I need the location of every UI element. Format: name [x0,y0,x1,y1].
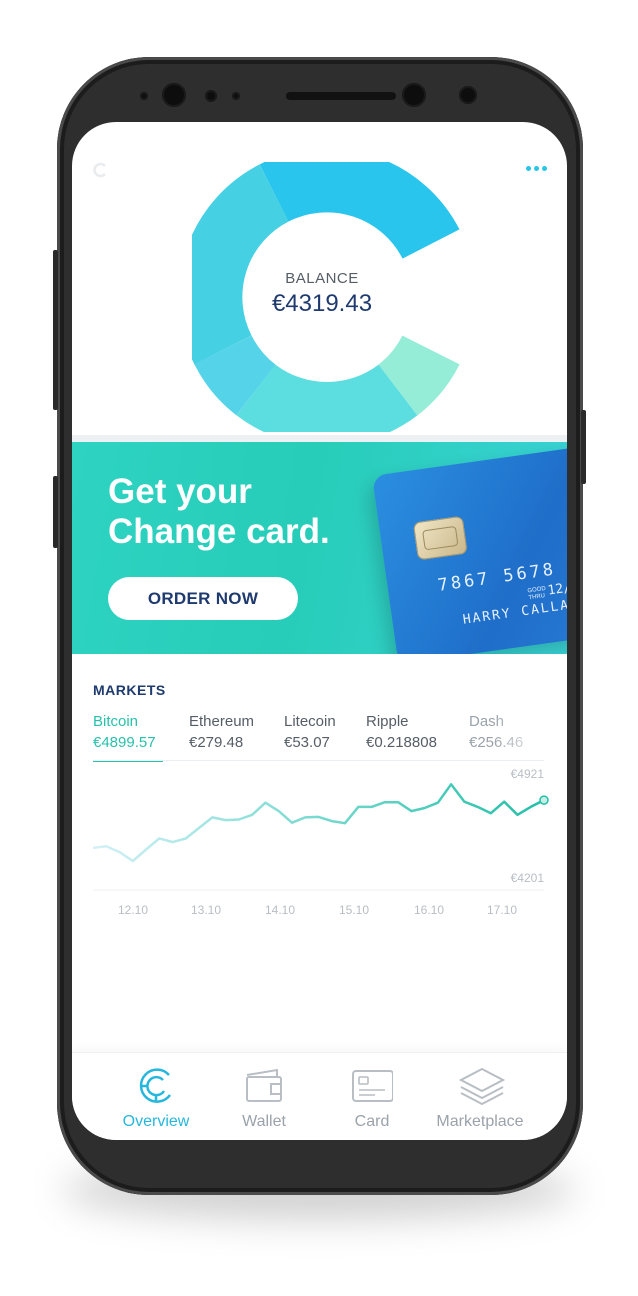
balance-label: BALANCE [285,270,359,287]
promo-title: Get your Change card. [108,472,330,551]
donut-segment [377,334,460,416]
x-tick-label: 13.10 [191,903,221,917]
chart-endpoint-marker [539,795,549,805]
donut-segment [194,334,277,416]
x-tick-label: 12.10 [118,903,148,917]
x-tick-label: 15.10 [339,903,369,917]
order-now-button[interactable]: ORDER NOW [108,577,298,620]
x-tick-label: 17.10 [487,903,517,917]
nav-wallet[interactable]: Wallet [202,1053,326,1140]
bitcoin-price-line [92,783,545,863]
change-card-image: 7867 5678 23 GOOD THRU 12/1 HARRY CALLAH [372,442,567,654]
more-dots-icon[interactable] [526,166,547,171]
card-expiry: 12/1 [546,579,567,599]
card-chip-icon [412,515,468,561]
nav-card[interactable]: Card [310,1053,434,1140]
nav-overview[interactable]: Overview [94,1053,218,1140]
nav-label: Card [354,1113,390,1130]
tab-ripple[interactable]: Ripple €0.218808 [366,712,437,762]
markets-heading: MARKETS [93,682,166,698]
tab-name: Bitcoin [93,713,139,730]
tab-price: €0.218808 [366,734,437,751]
iris-scanner [402,83,426,107]
tab-bitcoin[interactable]: Bitcoin €4899.57 [93,712,163,762]
balance-value: €4319.43 [271,290,373,317]
front-camera [162,83,186,107]
x-tick-label: 14.10 [265,903,295,917]
tabs-divider [93,760,544,761]
layers-icon [459,1067,505,1106]
volume-down-button [53,476,58,548]
tab-name: Ripple [366,713,409,730]
overview-icon [139,1068,172,1103]
change-logo-icon[interactable] [92,162,108,178]
nav-marketplace[interactable]: Marketplace [418,1053,542,1140]
tab-price: €279.48 [189,734,244,751]
volume-up-button [53,250,58,410]
x-tick-label: 16.10 [414,903,444,917]
card-holder-name: HARRY CALLAH [461,596,567,628]
donut-segment [236,363,418,432]
card-good-thru-label: GOOD THRU [527,585,547,602]
tab-litecoin[interactable]: Litecoin €53.07 [284,712,336,762]
promo-banner[interactable]: Get your Change card. ORDER NOW 7867 567… [72,442,567,654]
app-screen: BALANCE €4319.43 Get your Change card. O… [72,122,567,1140]
nav-label: Wallet [242,1113,286,1130]
sensor-dot [140,92,148,100]
tabs-fade-overlay [492,712,552,760]
earpiece-speaker [286,92,396,100]
power-button [581,410,586,484]
proximity-sensor [459,86,477,104]
donut-segment [259,162,460,260]
y-tick-label: €4921 [511,767,545,781]
tab-name: Ethereum [189,713,255,730]
bottom-navigation: Overview Wallet Card Marketplace [72,1052,567,1140]
price-chart: €4921 €4201 12.10 13.10 14.10 15.10 16.1… [92,767,549,917]
tab-name: Litecoin [284,713,336,730]
tab-ethereum[interactable]: Ethereum €279.48 [189,712,254,762]
tab-price: €4899.57 [93,734,156,751]
y-tick-label: €4201 [511,871,545,885]
wallet-icon [246,1068,282,1102]
sensor-dot [232,92,240,100]
nav-label: Marketplace [436,1113,524,1130]
market-tabs: Bitcoin €4899.57 Ethereum €279.48 Liteco… [93,712,553,762]
nav-label: Overview [122,1113,190,1130]
card-icon [352,1070,393,1102]
sensor-dot [205,90,217,102]
tab-price: €53.07 [284,734,330,751]
